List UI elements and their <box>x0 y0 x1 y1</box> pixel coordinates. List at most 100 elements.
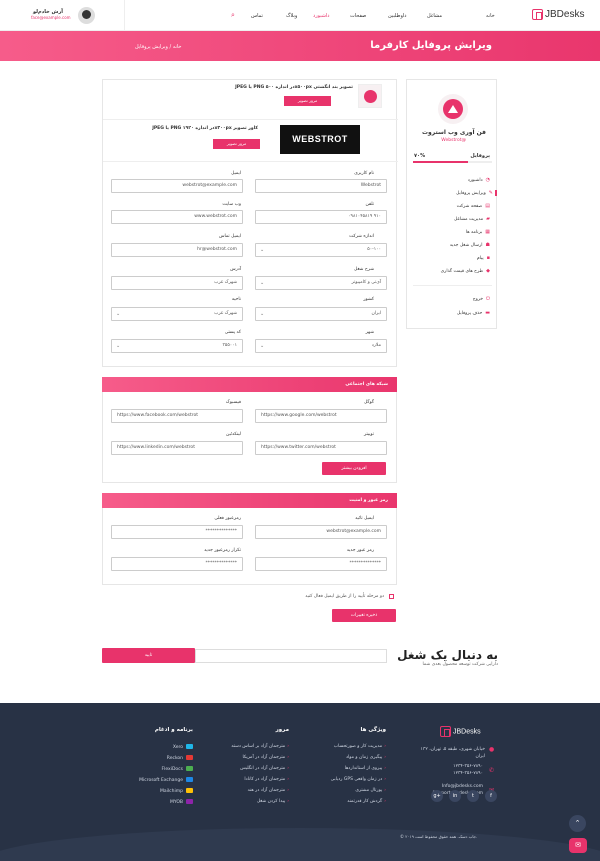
myob-icon <box>186 799 193 804</box>
breadcrumb[interactable]: خانه / ویرایش پروفایل <box>135 44 182 50</box>
company-avatar <box>438 94 468 124</box>
google-plus-icon[interactable]: g+ <box>431 790 443 802</box>
app-link-xero[interactable]: Xero <box>173 744 193 750</box>
confirm-email-label: ایمیل تائید <box>355 516 374 521</box>
linkedin-icon[interactable]: in <box>449 790 461 802</box>
city-select[interactable]: ⌄ ملارد <box>255 339 387 353</box>
company-size-label: اندازه شرکت <box>349 234 374 239</box>
nav-jobs[interactable]: مشاغل <box>427 13 442 19</box>
app-link-mailchimp[interactable]: Mailchimp <box>160 788 193 794</box>
features-link[interactable]: پورتال مشتری › <box>355 788 386 793</box>
nav-blog[interactable]: وبلاگ <box>286 13 297 19</box>
sidebar-item-delete-profile[interactable]: حذف پروفایل ▬ <box>457 310 490 316</box>
browse-link[interactable]: مترجمان آزاد در هند › <box>248 788 289 793</box>
zip-select[interactable]: ⌄ ۳۵۵۰۰۱ <box>111 339 243 353</box>
job-email-input[interactable] <box>195 649 387 663</box>
chevron-down-icon: ⌄ <box>260 280 265 286</box>
logo-icon <box>532 9 543 20</box>
browse-logo-button[interactable]: مرور تصویر <box>284 96 331 106</box>
site-footer: JBDesks ● ۱۳۲ خیابان شهری، طبقه ۵، تهران… <box>0 703 600 861</box>
trash-icon: ▬ <box>485 310 490 316</box>
company-size-select[interactable]: ⌄ ۵۰-۱۰۰ <box>255 243 387 257</box>
app-link-exchange[interactable]: Microsoft Exchange <box>139 777 193 783</box>
chevron-down-icon: ⌄ <box>260 311 265 317</box>
browse-link[interactable]: پیدا کردن شغل › <box>257 799 289 804</box>
app-link-reckon[interactable]: Reckon <box>167 755 193 761</box>
save-button[interactable]: ذخیره تغییرات <box>332 609 396 622</box>
profile-progress-bar <box>413 161 492 163</box>
sidebar-item-label: صفحه شرکت <box>456 204 483 209</box>
footer-email-1[interactable]: Info@jbdesks.com <box>442 784 483 789</box>
logo-upload-row: JPEG یا PNG در اندازه ۵۰۰x۵۰۰px تصویر بن… <box>103 80 398 120</box>
two-step-checkbox[interactable] <box>389 594 394 599</box>
dashboard-icon: ◔ <box>485 177 490 183</box>
sidebar-item-label: ارسال شغل جدید <box>449 243 483 248</box>
twitter-input[interactable]: https://www.twitter.com/webstrot <box>255 441 387 455</box>
search-icon[interactable]: ⌕ <box>231 11 235 20</box>
nav-candidates[interactable]: داوطلبین <box>388 13 407 19</box>
country-select[interactable]: ⌄ ایران <box>255 307 387 321</box>
features-link[interactable]: ردیابی GPS در زمان واقعی › <box>331 777 386 782</box>
phone-input[interactable]: ۰۹۸۱۰۴۵۸۱۹ ۹۱۰ <box>255 210 387 224</box>
facebook-icon[interactable]: f <box>485 790 497 802</box>
contact-email-input[interactable]: hr@webstrot.com <box>111 243 243 257</box>
app-link-myob[interactable]: MYOB <box>170 799 193 805</box>
sidebar-item-manage-jobs[interactable]: مدیریت مشاغل ▰ <box>454 216 490 222</box>
features-link[interactable]: پیگیری زمان و مواد › <box>346 755 386 760</box>
google-input[interactable]: https://www.google.com/webstrot <box>255 409 387 423</box>
scroll-top-button[interactable]: ⌃ <box>569 815 586 832</box>
sidebar-item-dashboard[interactable]: داشبورد ◔ <box>468 177 490 183</box>
job-confirm-button[interactable]: تایید <box>102 648 195 663</box>
website-input[interactable]: www.webstrot.com <box>111 210 243 224</box>
site-logo[interactable]: JBDesks <box>532 9 584 20</box>
browse-link[interactable]: مترجمان آزاد بر اساس دسته › <box>231 744 289 749</box>
sidebar-item-pricing[interactable]: طرح های قیمت گذاری ◆ <box>441 268 490 274</box>
browse-link[interactable]: مترجمان آزاد در آمریکا › <box>242 755 289 760</box>
profile-sidebar: فن آوری وب استروت Webstrot@ ۷۰% پروفایل … <box>406 79 497 329</box>
new-password-input[interactable]: ************** <box>255 557 387 571</box>
facebook-input[interactable]: https://www.facebook.com/webstrot <box>111 409 243 423</box>
linkedin-input[interactable]: https://www.linkedin.com/webstrot <box>111 441 243 455</box>
username-input[interactable]: Webstrot <box>255 179 387 193</box>
browse-link[interactable]: مترجمان آزاد در انگلیس › <box>240 766 289 771</box>
user-avatar[interactable] <box>78 7 95 24</box>
sidebar-item-logout[interactable]: خروج ⏻ <box>473 296 490 302</box>
sidebar-item-label: مدیریت مشاغل <box>453 217 484 222</box>
job-cta-subtitle: دارایی شرکت توسعه محصول بعدی شما <box>422 662 498 667</box>
region-select[interactable]: ⌄ شهرک غرب <box>111 307 243 321</box>
footer-logo[interactable]: JBDesks <box>440 726 481 737</box>
sidebar-item-company-page[interactable]: صفحه شرکت ▤ <box>457 203 490 209</box>
company-site[interactable]: Webstrot@ <box>441 138 466 143</box>
nav-pages[interactable]: صفحات <box>350 13 366 19</box>
features-link[interactable]: پیروی از استانداردها › <box>345 766 386 771</box>
nav-dashboard[interactable]: داشبورد <box>313 13 330 19</box>
chat-button[interactable]: ✉ <box>569 838 587 853</box>
add-more-button[interactable]: افزودن بیشتر <box>322 462 386 475</box>
sidebar-item-messages[interactable]: پیام ▪ <box>477 255 490 261</box>
apps-heading: برنامه و ادغام <box>154 727 193 733</box>
address-input[interactable]: شهرک غرب <box>111 276 243 290</box>
chevron-down-icon: ⌄ <box>260 247 265 253</box>
company-name: فن آوری وب استروت <box>422 129 486 136</box>
apps-icon: ▦ <box>485 229 490 235</box>
sidebar-item-post-job[interactable]: ارسال شغل جدید ☗ <box>450 242 490 248</box>
browse-link[interactable]: مترجمان آزاد در کانادا › <box>244 777 289 782</box>
email-input[interactable]: webstrot@example.com <box>111 179 243 193</box>
browse-cover-button[interactable]: مرور تصویر <box>213 139 260 149</box>
username-label: نام کاربری <box>354 171 374 176</box>
city-value: ملارد <box>371 343 381 348</box>
features-link[interactable]: گردش کار قدرتمند › <box>347 799 386 804</box>
sidebar-item-apps[interactable]: برنامه ها ▦ <box>466 229 490 235</box>
features-link[interactable]: مدیریت کار و صورتحساب › <box>334 744 386 749</box>
sidebar-item-label: ویرایش پروفایل <box>456 191 486 196</box>
category-select[interactable]: ⌄ آی‌تی و کامپیوتر <box>255 276 387 290</box>
nav-contact[interactable]: تماس <box>251 13 263 19</box>
sidebar-item-edit-profile[interactable]: ویرایش پروفایل ✎ <box>456 190 497 196</box>
twitter-icon[interactable]: t <box>467 790 479 802</box>
current-password-input[interactable]: ************** <box>111 525 243 539</box>
confirm-email-input[interactable]: webstrot@example.com <box>255 525 387 539</box>
repeat-password-input[interactable]: ************** <box>111 557 243 571</box>
nav-home[interactable]: خانه <box>486 13 495 19</box>
website-label: وب سایت <box>222 202 241 207</box>
app-link-flexidocs[interactable]: FlexiDocs <box>162 766 193 772</box>
